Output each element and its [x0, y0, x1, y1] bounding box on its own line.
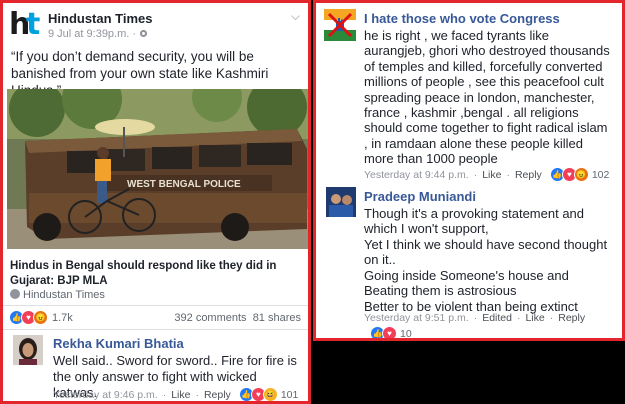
post-timestamp[interactable]: 9 Jul at 9:39p.m. · [48, 28, 148, 40]
comment-line: Yet I think we should have second though… [364, 237, 608, 268]
avatar[interactable] [324, 9, 356, 41]
left-post-panel: ht Hindustan Times 9 Jul at 9:39p.m. · ⌵… [0, 0, 311, 404]
divider [3, 305, 308, 306]
comment-reaction-count: 10 [400, 327, 412, 340]
angry-reaction-icon: 😠 [573, 167, 589, 182]
like-link[interactable]: Like [525, 312, 544, 324]
reply-link[interactable]: Reply [204, 389, 231, 401]
comment-reactions-row: 👍 ♥ 10 [364, 326, 412, 340]
comment-meta: Yesterday at 9:51 p.m. · Edited · Like · Re… [364, 312, 586, 324]
comment-line: Going inside Someone's house and Beating… [364, 268, 569, 299]
link-source-label: Hindustan Times [23, 289, 105, 301]
globe-icon [10, 289, 20, 299]
comment-meta: Yesterday at 9:44 p.m. · Like · Reply 👍 ♥ … [364, 167, 610, 182]
link-source[interactable]: Hindustan Times [10, 289, 105, 301]
comment-reactions[interactable]: 👍 ♥ 😆 [238, 387, 278, 401]
like-link[interactable]: Like [482, 169, 501, 181]
comment-author[interactable]: Rekha Kumari Bhatia [53, 336, 184, 351]
comment-time[interactable]: Yesterday at 9:44 p.m. [364, 169, 469, 181]
comment-time[interactable]: Yesterday at 9:46 p.m. [53, 389, 158, 401]
comment-reaction-count: 101 [280, 388, 299, 401]
chevron-down-icon[interactable]: ⌵ [291, 9, 300, 24]
crossed-out-hand-icon [324, 9, 356, 41]
avatar[interactable] [13, 335, 43, 365]
reply-link[interactable]: Reply [515, 169, 542, 181]
avatar[interactable] [326, 187, 356, 217]
comment-author[interactable]: I hate those who vote Congress [364, 11, 560, 26]
comments-count[interactable]: 392 comments [174, 312, 246, 324]
post-photo[interactable]: WEST BENGAL POLICE [7, 89, 308, 249]
post-reactions[interactable]: 👍 ♥ 😠 1.7k [9, 310, 73, 325]
angry-reaction-icon: 😠 [33, 310, 48, 325]
comment-text: he is right , we faced tyrants like aura… [364, 28, 610, 167]
settings-icon [140, 29, 148, 38]
profile-photo-icon [13, 335, 43, 365]
hindustan-times-logo[interactable]: ht [9, 9, 41, 41]
burnt-bus-photo: WEST BENGAL POLICE [7, 89, 308, 249]
edited-link[interactable]: Edited [482, 312, 512, 324]
comment-author[interactable]: Pradeep Muniandi [364, 189, 476, 204]
page-name[interactable]: Hindustan Times [48, 11, 153, 26]
comment-line: Though it's a provoking statement and wh… [364, 206, 585, 237]
love-reaction-icon: ♥ [382, 326, 397, 338]
comment-reactions[interactable]: 👍 ♥ 😠 [549, 167, 589, 182]
like-link[interactable]: Like [171, 389, 190, 401]
profile-photo-icon [326, 187, 356, 217]
comment-meta: Yesterday at 9:46 p.m. · Like · Reply 👍 ♥ … [53, 387, 299, 401]
comment-reaction-count: 102 [591, 168, 610, 181]
divider [3, 329, 308, 330]
post-time: 9 Jul at 9:39p.m. · [48, 28, 140, 40]
comment-time[interactable]: Yesterday at 9:51 p.m. [364, 312, 469, 324]
link-title[interactable]: Hindus in Bengal should respond like the… [10, 259, 304, 289]
post-stats[interactable]: 392 comments 81 shares [174, 312, 301, 324]
bus-lettering: WEST BENGAL POLICE [127, 179, 241, 190]
reply-link[interactable]: Reply [558, 312, 585, 324]
shares-count[interactable]: 81 shares [253, 312, 301, 324]
haha-reaction-icon: 😆 [262, 387, 278, 401]
reaction-count: 1.7k [52, 311, 73, 324]
comment-reactions[interactable]: 👍 ♥ [370, 326, 397, 338]
right-comments-panel: I hate those who vote Congress he is rig… [313, 0, 625, 341]
